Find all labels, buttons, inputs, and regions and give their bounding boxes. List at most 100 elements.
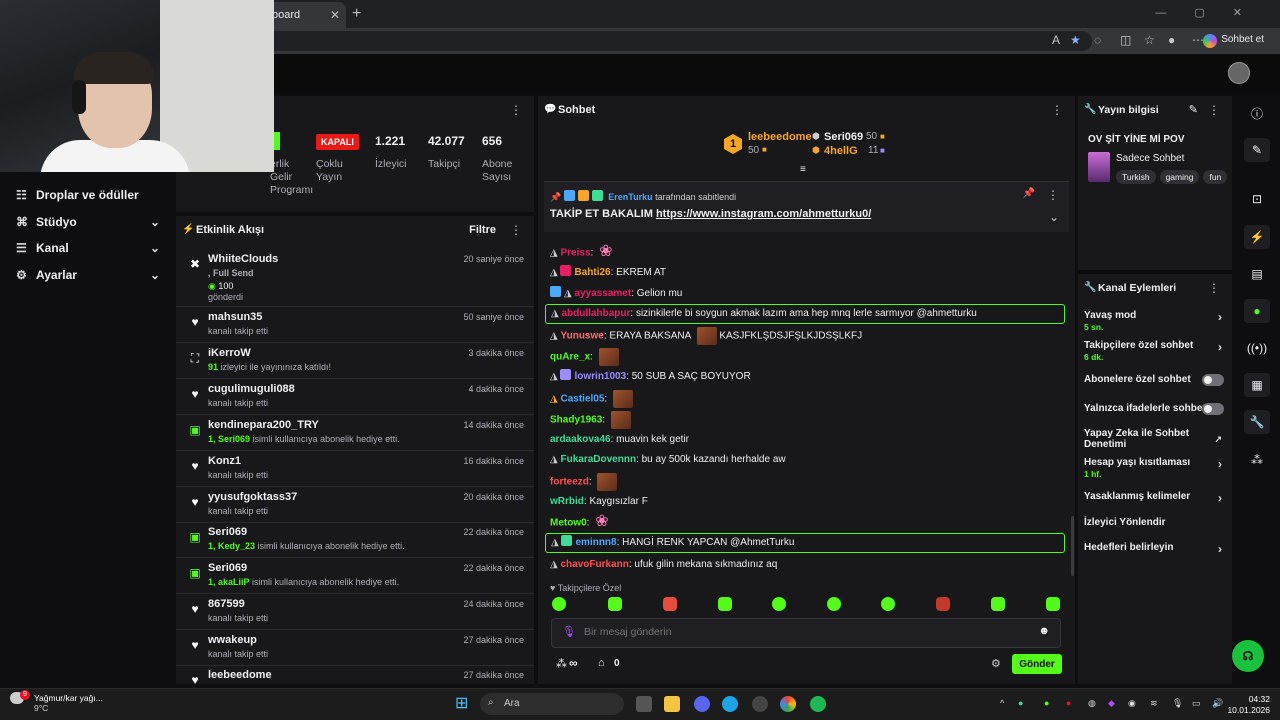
chat-message[interactable]: quAre_x: — [550, 348, 619, 366]
favorite-star-icon[interactable]: ★ — [1070, 33, 1081, 47]
info-menu-icon[interactable]: ⋮ — [1208, 103, 1220, 117]
emote-icon[interactable] — [772, 597, 786, 611]
category-thumbnail[interactable] — [1088, 152, 1110, 182]
chat-username[interactable]: ayyassamet — [574, 288, 631, 299]
stream-category[interactable]: Sadece Sohbet — [1116, 153, 1184, 164]
chat-username[interactable]: Yunuswe — [560, 331, 603, 342]
actions-menu-icon[interactable]: ⋮ — [1208, 281, 1220, 295]
chat-message[interactable]: ardaakova46: muavin kek getir — [550, 432, 689, 448]
network-icon[interactable]: ▭ — [1192, 698, 1201, 709]
event-user[interactable]: leebeedome — [208, 669, 272, 681]
event-user[interactable]: Seri069 — [208, 526, 247, 538]
list-item[interactable]: ▣ kendinepara200_TRY 1, Seri069 isimli k… — [176, 419, 534, 451]
tag[interactable]: fun — [1203, 170, 1228, 184]
tag[interactable]: Turkish — [1116, 170, 1156, 184]
browser-tab[interactable]: board ✕ — [262, 2, 346, 28]
chat-username[interactable]: quAre_x — [550, 352, 590, 363]
layout-icon[interactable]: ▦ — [1244, 373, 1270, 397]
event-user[interactable]: yyusufgoktass37 — [208, 491, 297, 503]
extension-icon[interactable]: ◌ — [1094, 33, 1101, 47]
tray-icon[interactable]: ● — [1018, 698, 1023, 708]
store-icon[interactable]: ⌂ — [598, 657, 605, 669]
event-user[interactable]: 867599 — [208, 598, 245, 610]
task-view-icon[interactable] — [636, 696, 652, 712]
copilot-button[interactable]: Sohbet et — [1199, 32, 1272, 50]
list-item[interactable]: ♥ wwakeup kanalı takip etti 27 dakika ön… — [176, 634, 534, 666]
emoji-icon[interactable]: ☻ — [1038, 625, 1050, 637]
list-item[interactable]: ▣ Seri069 1, akaLiiP isimli kullanıcıya … — [176, 562, 534, 594]
read-aloud-icon[interactable]: A — [1052, 33, 1060, 47]
broadcast-icon[interactable]: ((•)) — [1244, 336, 1270, 360]
profile-icon[interactable]: ● — [1168, 33, 1175, 47]
list-item[interactable]: ⛶ iKerroW 91 izleyici ile yayınınıza kat… — [176, 347, 534, 379]
subscribers-only-item[interactable]: Abonelere özel sohbet — [1084, 374, 1226, 386]
list-item[interactable]: ♥ leebeedome 27 dakika önce — [176, 669, 534, 684]
event-user[interactable]: mahsun35 — [208, 311, 262, 323]
sidebar-item-settings[interactable]: ⚙ Ayarlar ⌄ — [16, 268, 166, 282]
info-icon[interactable]: ⓘ — [1244, 102, 1270, 126]
edge-icon[interactable] — [722, 696, 738, 712]
chat-username[interactable]: Preiss — [560, 248, 590, 259]
microphone-icon[interactable]: 🎙 — [1172, 698, 1183, 709]
second-place-name[interactable]: Seri069 — [824, 131, 863, 143]
chat-username[interactable]: eminnn8 — [575, 537, 616, 548]
host-item[interactable]: İzleyici Yönlendir — [1084, 517, 1226, 528]
revenue-program-stat[interactable]: erlik Gelir Programı — [270, 158, 313, 197]
list-item[interactable]: ♥ cugulimuguli088 kanalı takip etti 4 da… — [176, 383, 534, 415]
goals-item[interactable]: Hedefleri belirleyin › — [1084, 542, 1226, 555]
event-user[interactable]: WhiiteClouds — [208, 253, 278, 265]
tag[interactable]: gaming — [1159, 170, 1200, 184]
tray-icon[interactable]: ● — [1066, 698, 1071, 708]
chat-message[interactable]: ◮ chavoFurkann: ufuk gilin mekana sıkmad… — [550, 557, 777, 573]
chat-icon[interactable]: ● — [1244, 299, 1270, 323]
chat-username[interactable]: FukaraDovennn — [560, 454, 636, 465]
channel-points-icon[interactable]: ⁂ — [556, 657, 567, 670]
chat-username[interactable]: chavoFurkann — [560, 559, 628, 570]
filter-button[interactable]: Filtre — [469, 224, 496, 236]
event-user[interactable]: Seri069 — [208, 562, 247, 574]
emote-icon[interactable] — [827, 597, 841, 611]
sidebar-item-drops[interactable]: ☷ Droplar ve ödüller — [16, 188, 166, 202]
activity-menu-icon[interactable]: ⋮ — [510, 223, 522, 237]
edit-icon[interactable]: ✎ — [1189, 103, 1198, 116]
chat-username[interactable]: Bahti26 — [574, 267, 610, 278]
document-icon[interactable]: ▤ — [1244, 262, 1270, 286]
chat-message[interactable]: ◮ ayyassamet: Gelion mu — [550, 286, 682, 302]
event-user[interactable]: Konz1 — [208, 455, 241, 467]
obs-icon[interactable] — [752, 696, 768, 712]
microphone-icon[interactable]: 🎙 — [562, 625, 576, 638]
event-user[interactable]: wwakeup — [208, 634, 257, 646]
event-user[interactable]: iKerroW — [208, 347, 251, 359]
discord-icon[interactable] — [694, 696, 710, 712]
chat-username[interactable]: Shady1963 — [550, 415, 602, 426]
send-button[interactable]: Gönder — [1012, 654, 1062, 674]
chat-message[interactable]: ◮ FukaraDovennn: bu ay 500k kazandı herh… — [550, 452, 786, 468]
tray-icon[interactable]: ● — [1044, 698, 1049, 708]
event-user[interactable]: kendinepara200_TRY — [208, 419, 319, 431]
list-item[interactable]: ♥ Konz1 kanalı takip etti 16 dakika önce — [176, 455, 534, 487]
chat-message[interactable]: ◮ Bahti26: EKREM AT — [550, 265, 666, 281]
wifi-icon[interactable]: ≋ — [1150, 698, 1158, 709]
multistream-stat[interactable]: Çoklu Yayın — [316, 158, 343, 184]
favorites-icon[interactable]: ☆ — [1144, 33, 1155, 47]
chat-message[interactable]: ◮ lowrin1003: 50 SUB A SAÇ BOYUYOR — [550, 369, 751, 385]
pinned-link[interactable]: https://www.instagram.com/ahmetturku0/ — [656, 208, 871, 220]
chat-username[interactable]: abdullahbapur — [561, 308, 630, 319]
chat-scrollbar[interactable] — [1071, 516, 1074, 576]
chat-menu-icon[interactable]: ⋮ — [1051, 103, 1063, 117]
collapse-leaderboard-icon[interactable]: ≡ — [800, 164, 806, 175]
chat-input[interactable] — [584, 626, 1024, 638]
event-user[interactable]: cugulimuguli088 — [208, 383, 295, 395]
tray-overflow-icon[interactable]: ^ — [1000, 698, 1004, 708]
chevron-down-icon[interactable]: ⌄ — [1049, 210, 1059, 224]
chat-message-highlighted[interactable]: ◮ abdullahbapur: sizinkilerle bi soygun … — [545, 304, 1065, 324]
banned-words-item[interactable]: Yasaklanmış kelimeler › — [1084, 491, 1226, 504]
emote-icon[interactable] — [991, 597, 1005, 611]
emote-icon[interactable] — [552, 597, 566, 611]
apps-icon[interactable]: ⁂ — [1244, 448, 1270, 472]
help-button[interactable]: ☊ — [1232, 640, 1264, 672]
list-item[interactable]: ▣ Seri069 1, Kedy_23 isimli kullanıcıya … — [176, 526, 534, 558]
close-tab-icon[interactable]: ✕ — [330, 8, 340, 22]
emote-only-toggle[interactable] — [1202, 403, 1224, 415]
third-place-name[interactable]: 4hellG — [824, 145, 858, 157]
